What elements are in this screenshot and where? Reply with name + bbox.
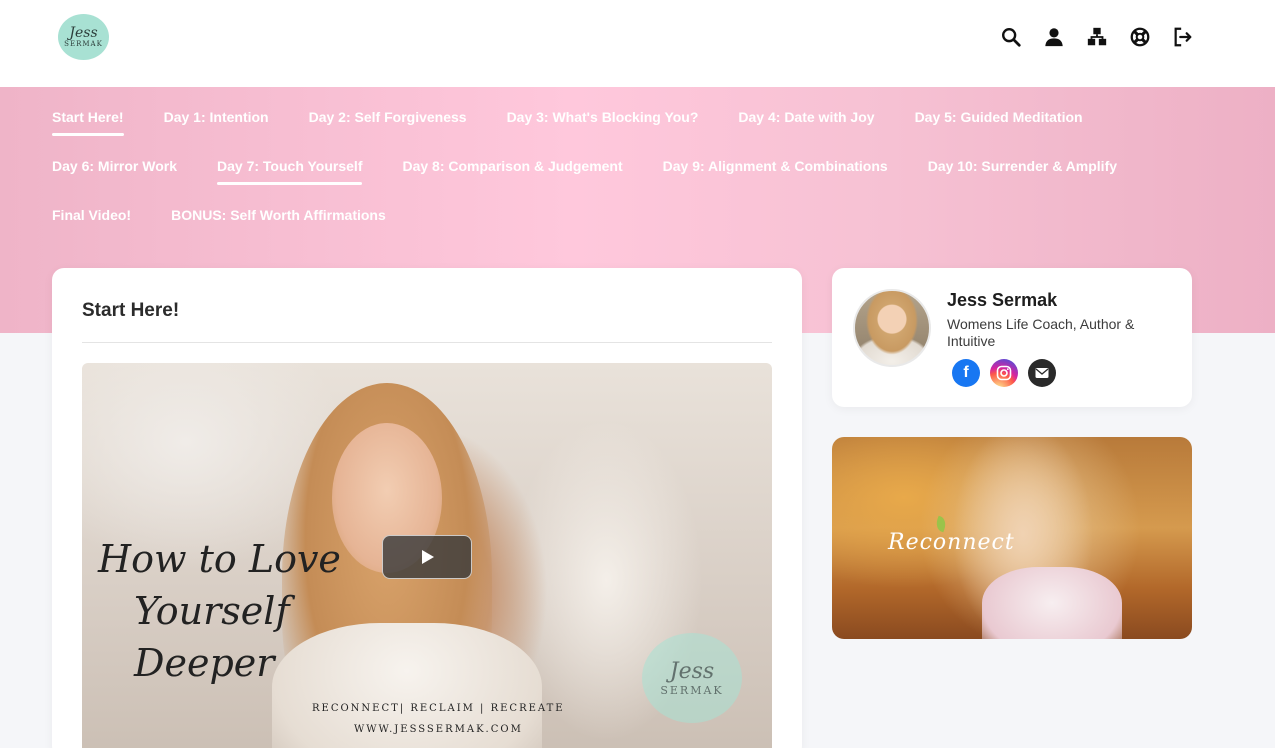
title-divider [82,342,772,343]
nav-item-day-2[interactable]: Day 2: Self Forgiveness [309,106,467,136]
facebook-icon[interactable]: f [952,359,980,387]
nav-item-start-here[interactable]: Start Here! [52,106,124,136]
nav-row: Day 6: Mirror Work Day 7: Touch Yourself… [52,155,1232,204]
video-tagline: RECONNECT| RECLAIM | RECREATE [312,703,565,714]
video-thumbnail-title: How to Love Yourself Deeper [98,533,341,689]
lesson-card: Start Here! How to Love Yourself Deeper … [52,268,802,748]
search-icon[interactable] [1000,26,1022,48]
avatar [853,289,931,367]
logo-script: Jess [69,25,98,41]
nav-item-final-video[interactable]: Final Video! [52,204,131,234]
watermark-wordmark: SERMAK [660,684,724,697]
nav-row: Final Video! BONUS: Self Worth Affirmati… [52,204,1232,253]
video-watermark: Jess SERMAK [642,633,742,723]
sitemap-icon[interactable] [1086,26,1108,48]
lesson-nav: Start Here! Day 1: Intention Day 2: Self… [52,106,1232,253]
nav-row: Start Here! Day 1: Intention Day 2: Self… [52,106,1232,155]
instagram-icon[interactable] [990,359,1018,387]
nav-item-day-4[interactable]: Day 4: Date with Joy [738,106,874,136]
coach-name: Jess Sermak [947,290,1058,310]
coach-profile-card: Jess Sermak Womens Life Coach, Author & … [832,268,1192,407]
promo-dress [982,567,1122,639]
promo-text: Reconnect [888,530,1015,555]
site-logo[interactable]: Jess SERMAK [58,14,109,60]
video-player[interactable]: How to Love Yourself Deeper RECONNECT| R… [82,363,772,748]
help-icon[interactable] [1129,26,1151,48]
header-icons [1000,26,1194,48]
promo-image[interactable]: Reconnect [832,437,1192,639]
nav-item-day-8[interactable]: Day 8: Comparison & Judgement [402,155,622,185]
top-header: Jess SERMAK [0,0,1275,87]
play-button[interactable] [382,535,472,579]
logo-wordmark: SERMAK [64,40,103,48]
nav-item-day-10[interactable]: Day 10: Surrender & Amplify [928,155,1117,185]
video-title-line: How to Love [98,537,341,581]
social-links: f [952,359,1056,387]
nav-item-bonus[interactable]: BONUS: Self Worth Affirmations [171,204,386,234]
coach-description: Womens Life Coach, Author & Intuitive [947,316,1135,349]
video-title-line: Yourself [134,589,290,633]
lesson-title: Start Here! [82,300,180,321]
nav-item-day-1[interactable]: Day 1: Intention [164,106,269,136]
nav-item-day-3[interactable]: Day 3: What's Blocking You? [507,106,699,136]
video-url: WWW.JESSSERMAK.COM [354,724,523,735]
email-icon[interactable] [1028,359,1056,387]
watermark-script: Jess [669,659,715,684]
nav-item-day-5[interactable]: Day 5: Guided Meditation [915,106,1083,136]
video-title-line: Deeper [134,641,275,685]
nav-item-day-9[interactable]: Day 9: Alignment & Combinations [663,155,888,185]
user-icon[interactable] [1043,26,1065,48]
nav-item-day-7[interactable]: Day 7: Touch Yourself [217,155,363,185]
play-icon [422,550,434,564]
logout-icon[interactable] [1172,26,1194,48]
facebook-glyph: f [963,364,969,381]
nav-item-day-6[interactable]: Day 6: Mirror Work [52,155,177,185]
